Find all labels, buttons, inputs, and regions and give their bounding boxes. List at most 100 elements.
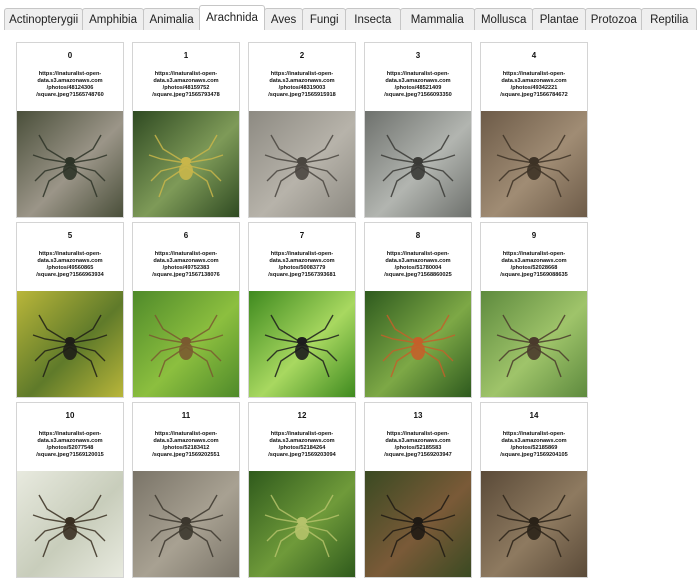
image-card[interactable]: 3 https://inaturalist-open-data.s3.amazon… [364, 42, 472, 218]
image-card[interactable]: 5 https://inaturalist-open-data.s3.amazon… [16, 222, 124, 398]
spider-photo-thumbnail[interactable] [133, 471, 239, 577]
card-url-text: https://inaturalist-open-data.s3.amazona… [136, 431, 236, 471]
card-url-line: https://inaturalist-open- [38, 431, 102, 437]
tab-protozoa[interactable]: Protozoa [584, 8, 643, 30]
tab-arachnida[interactable]: Arachnida [199, 5, 265, 31]
image-card[interactable]: 7 https://inaturalist-open-data.s3.amazon… [248, 222, 356, 398]
image-card[interactable]: 6 https://inaturalist-open-data.s3.amazon… [132, 222, 240, 398]
card-index-label: 2 [299, 51, 305, 60]
taxon-tab-bar: Actinopterygii Amphibia Animalia Arachnida A… [4, 5, 698, 31]
tab-amphibia[interactable]: Amphibia [82, 8, 144, 30]
image-card[interactable]: 11 https://inaturalist-open-data.s3.amazo… [132, 402, 240, 578]
card-url-text: https://inaturalist-open-data.s3.amazona… [252, 71, 352, 111]
spider-photo-thumbnail[interactable] [365, 471, 471, 577]
card-url-line: data.s3.amazonaws.com [153, 258, 219, 264]
spider-photo-thumbnail[interactable] [17, 111, 123, 217]
card-index-label: 4 [531, 51, 537, 60]
card-url-line: https://inaturalist-open- [270, 431, 334, 437]
card-url-line: https://inaturalist-open- [386, 431, 450, 437]
spider-photo-thumbnail[interactable] [249, 471, 355, 577]
spider-photo-thumbnail[interactable] [17, 291, 123, 397]
spider-photo-thumbnail[interactable] [365, 291, 471, 397]
card-url-line: data.s3.amazonaws.com [37, 258, 103, 264]
spider-photo-thumbnail[interactable] [481, 111, 587, 217]
card-url-text: https://inaturalist-open-data.s3.amazona… [484, 251, 584, 291]
card-url-line: /square.jpeg?1569120015 [36, 452, 104, 458]
card-url-text: https://inaturalist-open-data.s3.amazona… [136, 71, 236, 111]
card-url-line: data.s3.amazonaws.com [385, 438, 451, 444]
card-url-line: /square.jpeg?1567138076 [152, 272, 220, 278]
tab-mammalia[interactable]: Mammalia [399, 8, 475, 30]
card-index-label: 0 [67, 51, 73, 60]
card-url-line: /square.jpeg?1566963934 [36, 272, 104, 278]
card-url-text: https://inaturalist-open-data.s3.amazona… [252, 251, 352, 291]
spider-photo-thumbnail[interactable] [249, 111, 355, 217]
card-url-line: /photos/52184264 [278, 445, 326, 451]
card-url-text: https://inaturalist-open-data.s3.amazona… [20, 251, 120, 291]
image-card[interactable]: 2 https://inaturalist-open-data.s3.amazon… [248, 42, 356, 218]
card-url-line: /photos/49560865 [46, 265, 94, 271]
card-index-label: 11 [181, 411, 191, 420]
card-index-label: 5 [67, 231, 73, 240]
spider-photo-thumbnail[interactable] [133, 111, 239, 217]
card-url-line: https://inaturalist-open- [38, 251, 102, 257]
card-url-line: /photos/48124306 [46, 85, 94, 91]
tab-actinopterygii[interactable]: Actinopterygii [4, 8, 84, 30]
tab-insecta[interactable]: Insecta [345, 8, 401, 30]
card-url-line: data.s3.amazonaws.com [385, 258, 451, 264]
card-url-line: /square.jpeg?1569204105 [500, 452, 568, 458]
tab-animalia[interactable]: Animalia [142, 8, 201, 30]
card-url-line: https://inaturalist-open- [154, 431, 218, 437]
card-index-label: 8 [415, 231, 421, 240]
card-url-line: /photos/49342221 [510, 85, 558, 91]
tab-plantae[interactable]: Plantae [532, 8, 586, 30]
image-card[interactable]: 13 https://inaturalist-open-data.s3.amazo… [364, 402, 472, 578]
card-index-label: 3 [415, 51, 421, 60]
card-url-line: /square.jpeg?1565748760 [36, 92, 104, 98]
card-url-line: https://inaturalist-open- [386, 71, 450, 77]
card-url-line: /photos/48319003 [278, 85, 326, 91]
image-card[interactable]: 9 https://inaturalist-open-data.s3.amazon… [480, 222, 588, 398]
card-url-text: https://inaturalist-open-data.s3.amazona… [20, 431, 120, 471]
image-card[interactable]: 10 https://inaturalist-open-data.s3.amazo… [16, 402, 124, 578]
spider-photo-thumbnail[interactable] [133, 291, 239, 397]
card-index-label: 9 [531, 231, 537, 240]
tab-mollusca[interactable]: Mollusca [473, 8, 534, 30]
image-card[interactable]: 8 https://inaturalist-open-data.s3.amazon… [364, 222, 472, 398]
card-index-label: 6 [183, 231, 189, 240]
card-url-line: https://inaturalist-open- [270, 71, 334, 77]
image-card[interactable]: 12 https://inaturalist-open-data.s3.amazo… [248, 402, 356, 578]
tab-reptilia[interactable]: Reptilia [641, 8, 698, 30]
spider-photo-thumbnail[interactable] [481, 471, 587, 577]
card-url-text: https://inaturalist-open-data.s3.amazona… [484, 71, 584, 111]
card-index-label: 14 [529, 411, 539, 420]
card-url-line: data.s3.amazonaws.com [501, 78, 567, 84]
card-url-text: https://inaturalist-open-data.s3.amazona… [368, 431, 468, 471]
card-url-line: data.s3.amazonaws.com [501, 258, 567, 264]
spider-photo-thumbnail[interactable] [481, 291, 587, 397]
image-card[interactable]: 0 https://inaturalist-open-data.s3.amazon… [16, 42, 124, 218]
card-index-label: 7 [299, 231, 305, 240]
spider-photo-thumbnail[interactable] [249, 291, 355, 397]
tab-fungi[interactable]: Fungi [302, 8, 347, 30]
card-index-label: 13 [413, 411, 423, 420]
card-url-text: https://inaturalist-open-data.s3.amazona… [368, 71, 468, 111]
card-url-line: data.s3.amazonaws.com [37, 438, 103, 444]
spider-photo-thumbnail[interactable] [365, 111, 471, 217]
card-url-line: data.s3.amazonaws.com [269, 438, 335, 444]
card-url-line: /square.jpeg?1568860025 [384, 272, 452, 278]
card-url-line: data.s3.amazonaws.com [153, 438, 219, 444]
spider-photo-thumbnail[interactable] [17, 471, 123, 577]
tab-panel-arachnida: 0 https://inaturalist-open-data.s3.amazon… [4, 30, 696, 584]
tab-aves[interactable]: Aves [263, 8, 304, 30]
image-card[interactable]: 14 https://inaturalist-open-data.s3.amazo… [480, 402, 588, 578]
card-url-line: /photos/50083779 [278, 265, 326, 271]
image-card[interactable]: 1 https://inaturalist-open-data.s3.amazon… [132, 42, 240, 218]
card-url-text: https://inaturalist-open-data.s3.amazona… [20, 71, 120, 111]
card-url-line: data.s3.amazonaws.com [269, 258, 335, 264]
card-url-line: /square.jpeg?1565793478 [152, 92, 220, 98]
image-card[interactable]: 4 https://inaturalist-open-data.s3.amazon… [480, 42, 588, 218]
card-url-line: /square.jpeg?1567393681 [268, 272, 336, 278]
card-url-line: /photos/51780004 [394, 265, 442, 271]
card-url-line: data.s3.amazonaws.com [37, 78, 103, 84]
